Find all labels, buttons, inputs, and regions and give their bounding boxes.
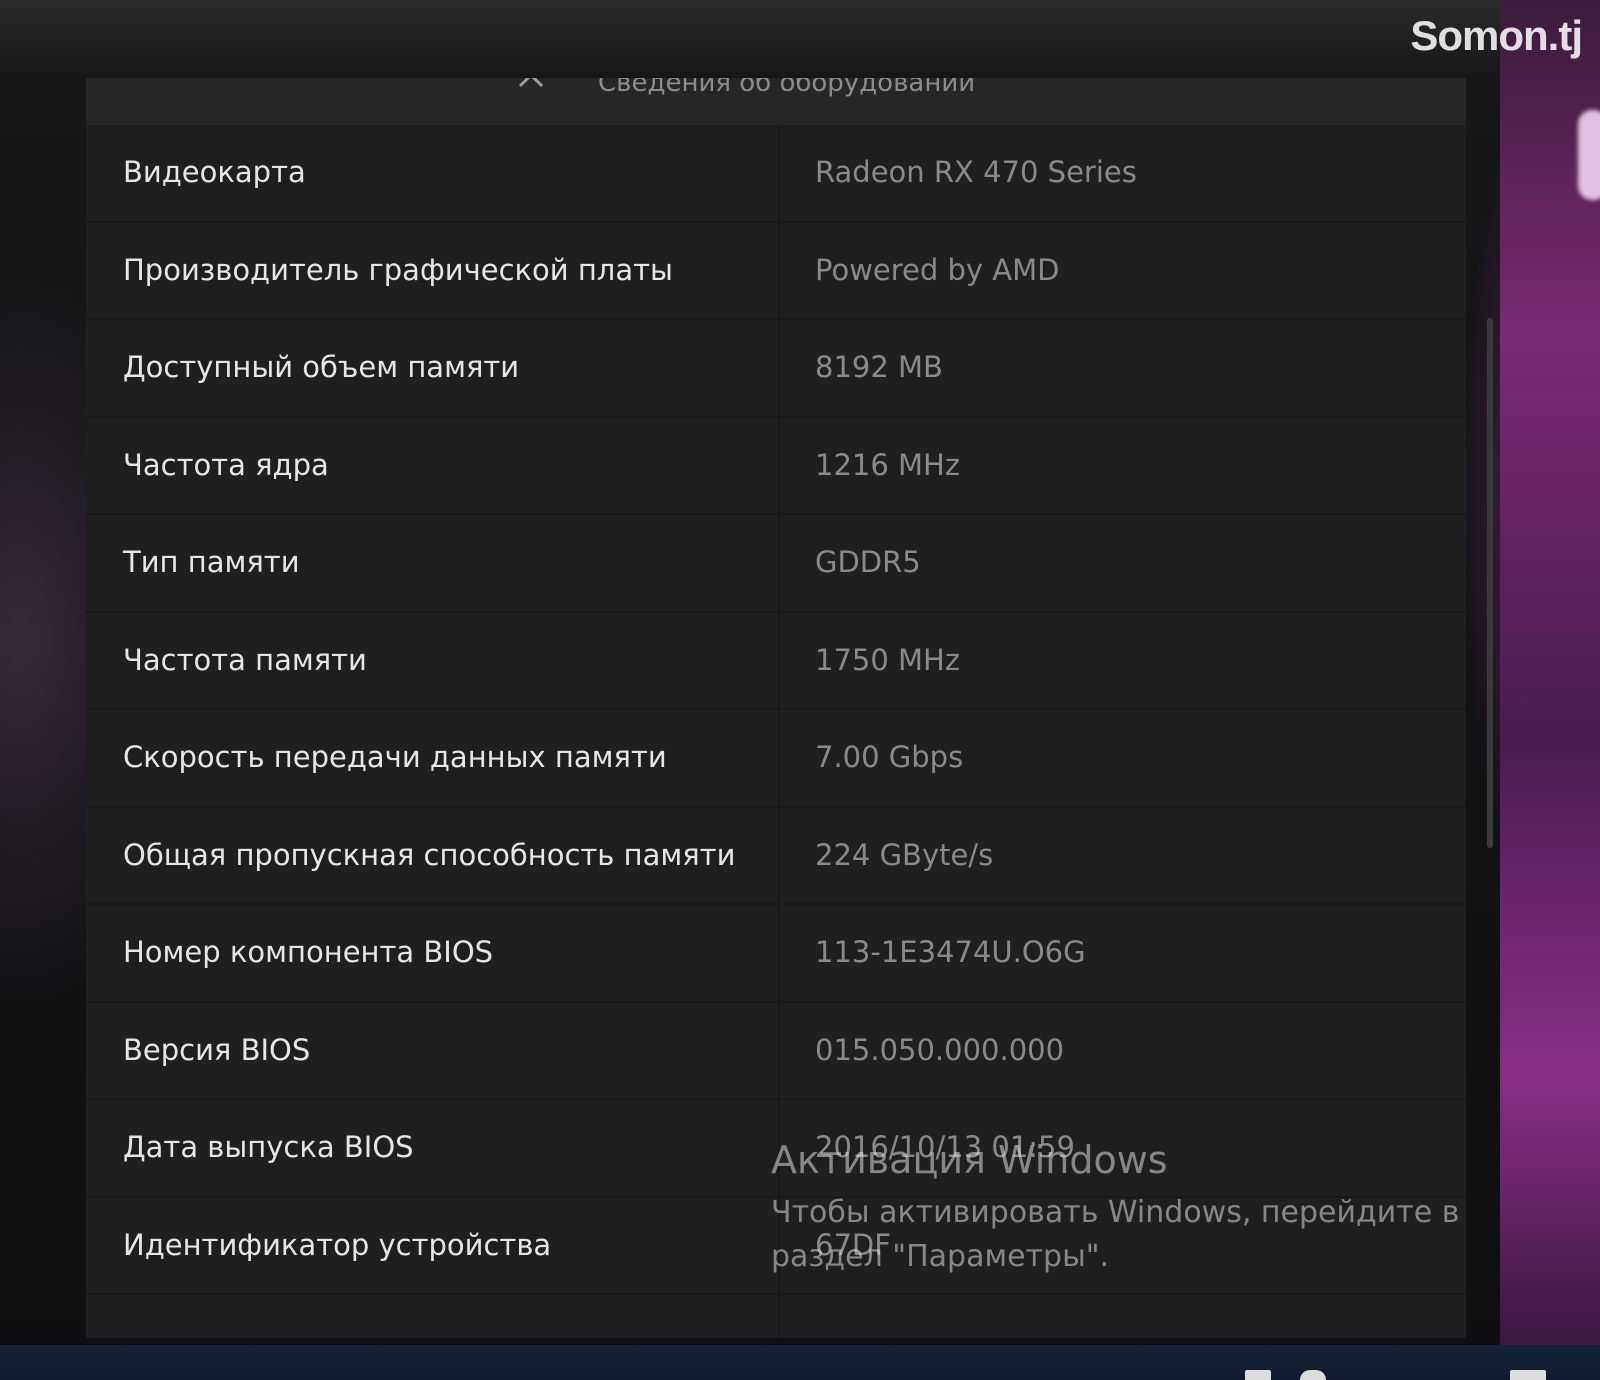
chevron-up-icon[interactable]: [516, 78, 546, 94]
row-label: Производитель графической платы: [123, 252, 673, 287]
row-value: 113-1E3474U.O6G: [815, 935, 1086, 969]
wallpaper-glow: [1578, 110, 1600, 200]
column-divider: [778, 1002, 780, 1098]
windows-activation-watermark: Активация Windows Чтобы активировать Win…: [771, 1135, 1491, 1279]
taskbar: [0, 1345, 1600, 1380]
row-label: [123, 1295, 763, 1338]
row-value: [815, 1295, 1435, 1338]
row-label: Видеокарта: [123, 155, 306, 189]
row-value: 7.00 Gbps: [815, 740, 964, 774]
row-label: Дата выпуска BIOS: [123, 1130, 414, 1164]
activation-text: Чтобы активировать Windows, перейдите в …: [771, 1195, 1460, 1274]
column-divider: [778, 222, 780, 318]
tray-network-icon[interactable]: [1300, 1370, 1326, 1380]
table-row: Видеокарта Radeon RX 470 Series: [86, 125, 1466, 223]
column-divider: [778, 1295, 780, 1338]
row-value: Radeon RX 470 Series: [815, 155, 1137, 189]
row-value: 8192 MB: [815, 350, 943, 384]
row-value: Powered by AMD: [815, 252, 1060, 287]
row-label: Общая пропускная способность памяти: [123, 837, 736, 872]
table-row: Номер компонента BIOS 113-1E3474U.O6G: [86, 905, 1466, 1003]
panel-header[interactable]: Сведения об оборудовании: [86, 78, 1466, 126]
row-value: 015.050.000.000: [815, 1032, 1065, 1067]
row-value: 1750 MHz: [815, 642, 961, 677]
table-row: [86, 1295, 1466, 1338]
column-divider: [778, 612, 780, 708]
activation-title: Активация Windows: [771, 1138, 1168, 1182]
column-divider: [778, 515, 780, 611]
table-row: Тип памяти GDDR5: [86, 515, 1466, 613]
window-title-bar: [0, 0, 1500, 78]
row-label: Доступный объем памяти: [123, 350, 520, 384]
table-row: Скорость передачи данных памяти 7.00 Gbp…: [86, 710, 1466, 808]
column-divider: [778, 125, 780, 221]
wallpaper-strip: [1500, 0, 1600, 1345]
column-divider: [778, 710, 780, 806]
table-row: Производитель графической платы Powered …: [86, 222, 1466, 320]
vertical-scrollbar[interactable]: [1487, 318, 1493, 848]
panel-title: Сведения об оборудовании: [598, 78, 976, 98]
site-watermark: Somon.tj: [1410, 12, 1583, 59]
tray-icon[interactable]: [1245, 1370, 1271, 1380]
column-divider: [778, 320, 780, 416]
column-divider: [778, 905, 780, 1001]
column-divider: [778, 807, 780, 903]
row-value: 1216 MHz: [815, 447, 961, 482]
row-label: Версия BIOS: [123, 1032, 311, 1067]
table-row: Версия BIOS 015.050.000.000: [86, 1002, 1466, 1100]
tray-notification-icon[interactable]: [1510, 1370, 1546, 1380]
table-row: Частота ядра 1216 MHz: [86, 417, 1466, 515]
row-label: Идентификатор устройства: [123, 1227, 552, 1262]
row-label: Номер компонента BIOS: [123, 935, 494, 969]
column-divider: [778, 417, 780, 513]
table-row: Частота памяти 1750 MHz: [86, 612, 1466, 710]
row-value: 224 GByte/s: [815, 837, 994, 872]
row-value: GDDR5: [815, 545, 921, 579]
table-row: Общая пропускная способность памяти 224 …: [86, 807, 1466, 905]
row-label: Скорость передачи данных памяти: [123, 740, 667, 774]
table-row: Доступный объем памяти 8192 MB: [86, 320, 1466, 418]
row-label: Тип памяти: [123, 545, 300, 579]
row-label: Частота памяти: [123, 642, 367, 677]
row-label: Частота ядра: [123, 447, 329, 482]
